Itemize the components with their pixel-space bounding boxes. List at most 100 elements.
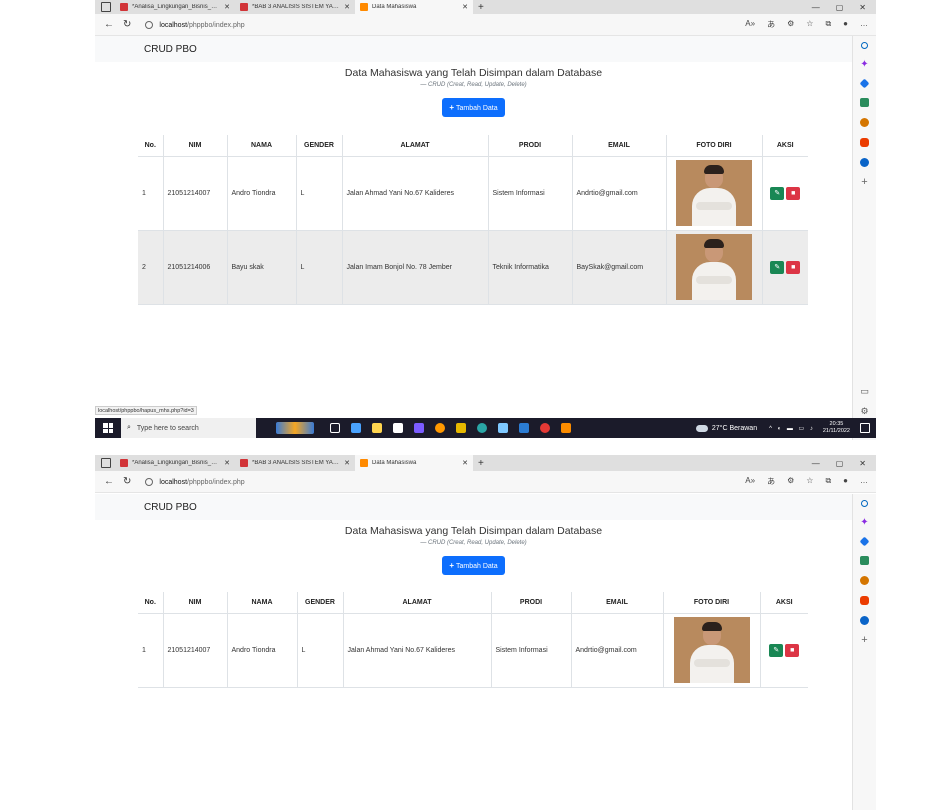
restore-icon[interactable]: ▢ xyxy=(836,459,844,468)
read-aloud-icon[interactable]: A» xyxy=(745,476,755,487)
mail-icon[interactable] xyxy=(351,423,361,433)
pdf-icon xyxy=(120,3,128,11)
new-tab-button[interactable]: + xyxy=(478,458,484,469)
close-icon[interactable]: ✕ xyxy=(224,3,230,11)
navbar-brand[interactable]: CRUD PBO xyxy=(144,44,197,55)
edit-button[interactable]: ✎ xyxy=(769,643,784,657)
layout-icon[interactable]: ▭ xyxy=(860,387,869,396)
shopping-icon[interactable] xyxy=(859,78,870,89)
translate-icon[interactable]: あ xyxy=(767,476,775,487)
windows-start-icon[interactable] xyxy=(103,423,113,433)
refresh-icon[interactable]: ↻ xyxy=(123,476,131,487)
address-bar: ← ↻ localhost/phppbo/index.php A» あ ⚙ ☆ … xyxy=(95,471,876,493)
weather-widget[interactable]: 27°C Berawan xyxy=(695,424,757,432)
search-icon[interactable] xyxy=(861,42,868,49)
more-icon[interactable]: … xyxy=(860,476,868,487)
browser-tab[interactable]: *Analisa_Lingkungan_Bisnis_Gra ✕ xyxy=(115,0,235,14)
add-icon[interactable]: + xyxy=(860,635,869,646)
close-icon[interactable]: ✕ xyxy=(462,459,468,467)
office-icon[interactable] xyxy=(860,138,869,147)
tools-icon[interactable] xyxy=(860,556,869,565)
delete-button[interactable]: ■ xyxy=(786,260,801,274)
refresh-icon[interactable]: ↻ xyxy=(123,19,131,30)
app-icon[interactable] xyxy=(498,423,508,433)
notepad-icon[interactable] xyxy=(393,423,403,433)
close-icon[interactable]: ✕ xyxy=(462,3,468,11)
browser-tab[interactable]: *Analisa_Lingkungan_Bisnis_Gra ✕ xyxy=(115,455,235,471)
shopping-icon[interactable] xyxy=(859,536,870,547)
restore-icon[interactable]: ▢ xyxy=(836,3,844,12)
page-subtitle: — CRUD (Creat, Read, Update, Delete) xyxy=(420,82,527,88)
navbar-brand[interactable]: CRUD PBO xyxy=(144,502,197,513)
chrome-canary-icon[interactable] xyxy=(435,423,445,433)
tools-icon[interactable] xyxy=(860,98,869,107)
cell-nama: Andro Tiondra xyxy=(227,156,297,231)
extension-icon[interactable]: ⚙ xyxy=(787,19,794,30)
games-icon[interactable] xyxy=(860,576,869,585)
edge-icon[interactable] xyxy=(477,423,487,433)
url-field[interactable]: localhost/phppbo/index.php xyxy=(145,477,245,486)
edit-button[interactable]: ✎ xyxy=(770,186,785,200)
url-field[interactable]: localhost/phppbo/index.php xyxy=(145,20,245,29)
word-icon[interactable] xyxy=(519,423,529,433)
minimize-icon[interactable]: — xyxy=(812,459,820,468)
column-header: NIM xyxy=(163,592,228,614)
minimize-icon[interactable]: — xyxy=(812,3,820,12)
tab-actions-icon[interactable] xyxy=(101,2,111,12)
translate-icon[interactable]: あ xyxy=(767,19,775,30)
close-window-icon[interactable]: ✕ xyxy=(859,3,866,12)
student-photo xyxy=(673,617,750,683)
system-tray-icons[interactable]: ^ ◐ ▬ ▭ ♪ xyxy=(769,425,815,432)
close-icon[interactable]: ✕ xyxy=(344,3,350,11)
outlook-icon[interactable] xyxy=(860,616,869,625)
xampp-icon xyxy=(360,3,368,11)
close-icon[interactable]: ✕ xyxy=(224,459,230,467)
delete-button[interactable]: ■ xyxy=(785,643,800,657)
taskbar-search[interactable]: ⌕ Type here to search xyxy=(121,418,256,438)
favorite-icon[interactable]: ☆ xyxy=(806,476,813,487)
browser-tab[interactable]: *BAB 3 ANALISIS SISTEM YANG ✕ xyxy=(235,455,355,471)
discover-icon[interactable]: ✦ xyxy=(860,518,869,528)
settings-icon[interactable]: ⚙ xyxy=(860,407,869,416)
cell-prodi: Teknik Informatika xyxy=(488,230,573,305)
task-view-icon[interactable] xyxy=(330,423,340,433)
outlook-icon[interactable] xyxy=(860,158,869,167)
chrome-icon[interactable] xyxy=(540,423,550,433)
discover-icon[interactable]: ✦ xyxy=(860,60,869,70)
more-icon[interactable]: … xyxy=(860,19,868,30)
browser-tab-active[interactable]: Data Mahasiswa ✕ xyxy=(355,0,473,14)
file-explorer-icon[interactable] xyxy=(372,423,382,433)
info-icon[interactable] xyxy=(145,477,154,486)
profile-icon[interactable]: ● xyxy=(843,19,848,30)
add-data-button[interactable]: + Tambah Data xyxy=(442,98,505,117)
profile-icon[interactable]: ● xyxy=(843,476,848,487)
info-icon[interactable] xyxy=(145,20,154,29)
read-aloud-icon[interactable]: A» xyxy=(745,19,755,30)
close-window-icon[interactable]: ✕ xyxy=(859,459,866,468)
office-icon[interactable] xyxy=(860,596,869,605)
back-icon[interactable]: ← xyxy=(104,19,114,30)
back-icon[interactable]: ← xyxy=(104,476,114,487)
add-icon[interactable]: + xyxy=(860,177,869,188)
new-tab-button[interactable]: + xyxy=(478,2,484,13)
search-icon[interactable] xyxy=(861,500,868,507)
visual-studio-icon[interactable] xyxy=(414,423,424,433)
collections-icon[interactable]: ⧉ xyxy=(825,19,831,30)
xampp-icon[interactable] xyxy=(561,423,571,433)
edit-button[interactable]: ✎ xyxy=(770,260,785,274)
notification-icon[interactable] xyxy=(860,423,870,433)
games-icon[interactable] xyxy=(860,118,869,127)
collections-icon[interactable]: ⧉ xyxy=(825,476,831,487)
favorite-icon[interactable]: ☆ xyxy=(806,19,813,30)
sticky-notes-icon[interactable] xyxy=(456,423,466,433)
browser-tab-active[interactable]: Data Mahasiswa ✕ xyxy=(355,455,473,471)
delete-button[interactable]: ■ xyxy=(786,186,801,200)
clock[interactable]: 20:35 21/11/2022 xyxy=(823,421,850,435)
browser-tab[interactable]: *BAB 3 ANALISIS SISTEM YANG ✕ xyxy=(235,0,355,14)
pdf-icon xyxy=(240,3,248,11)
add-data-button[interactable]: + Tambah Data xyxy=(442,556,505,575)
close-icon[interactable]: ✕ xyxy=(344,459,350,467)
tab-actions-icon[interactable] xyxy=(101,458,111,468)
cell-no: 2 xyxy=(138,230,164,305)
extension-icon[interactable]: ⚙ xyxy=(787,476,794,487)
